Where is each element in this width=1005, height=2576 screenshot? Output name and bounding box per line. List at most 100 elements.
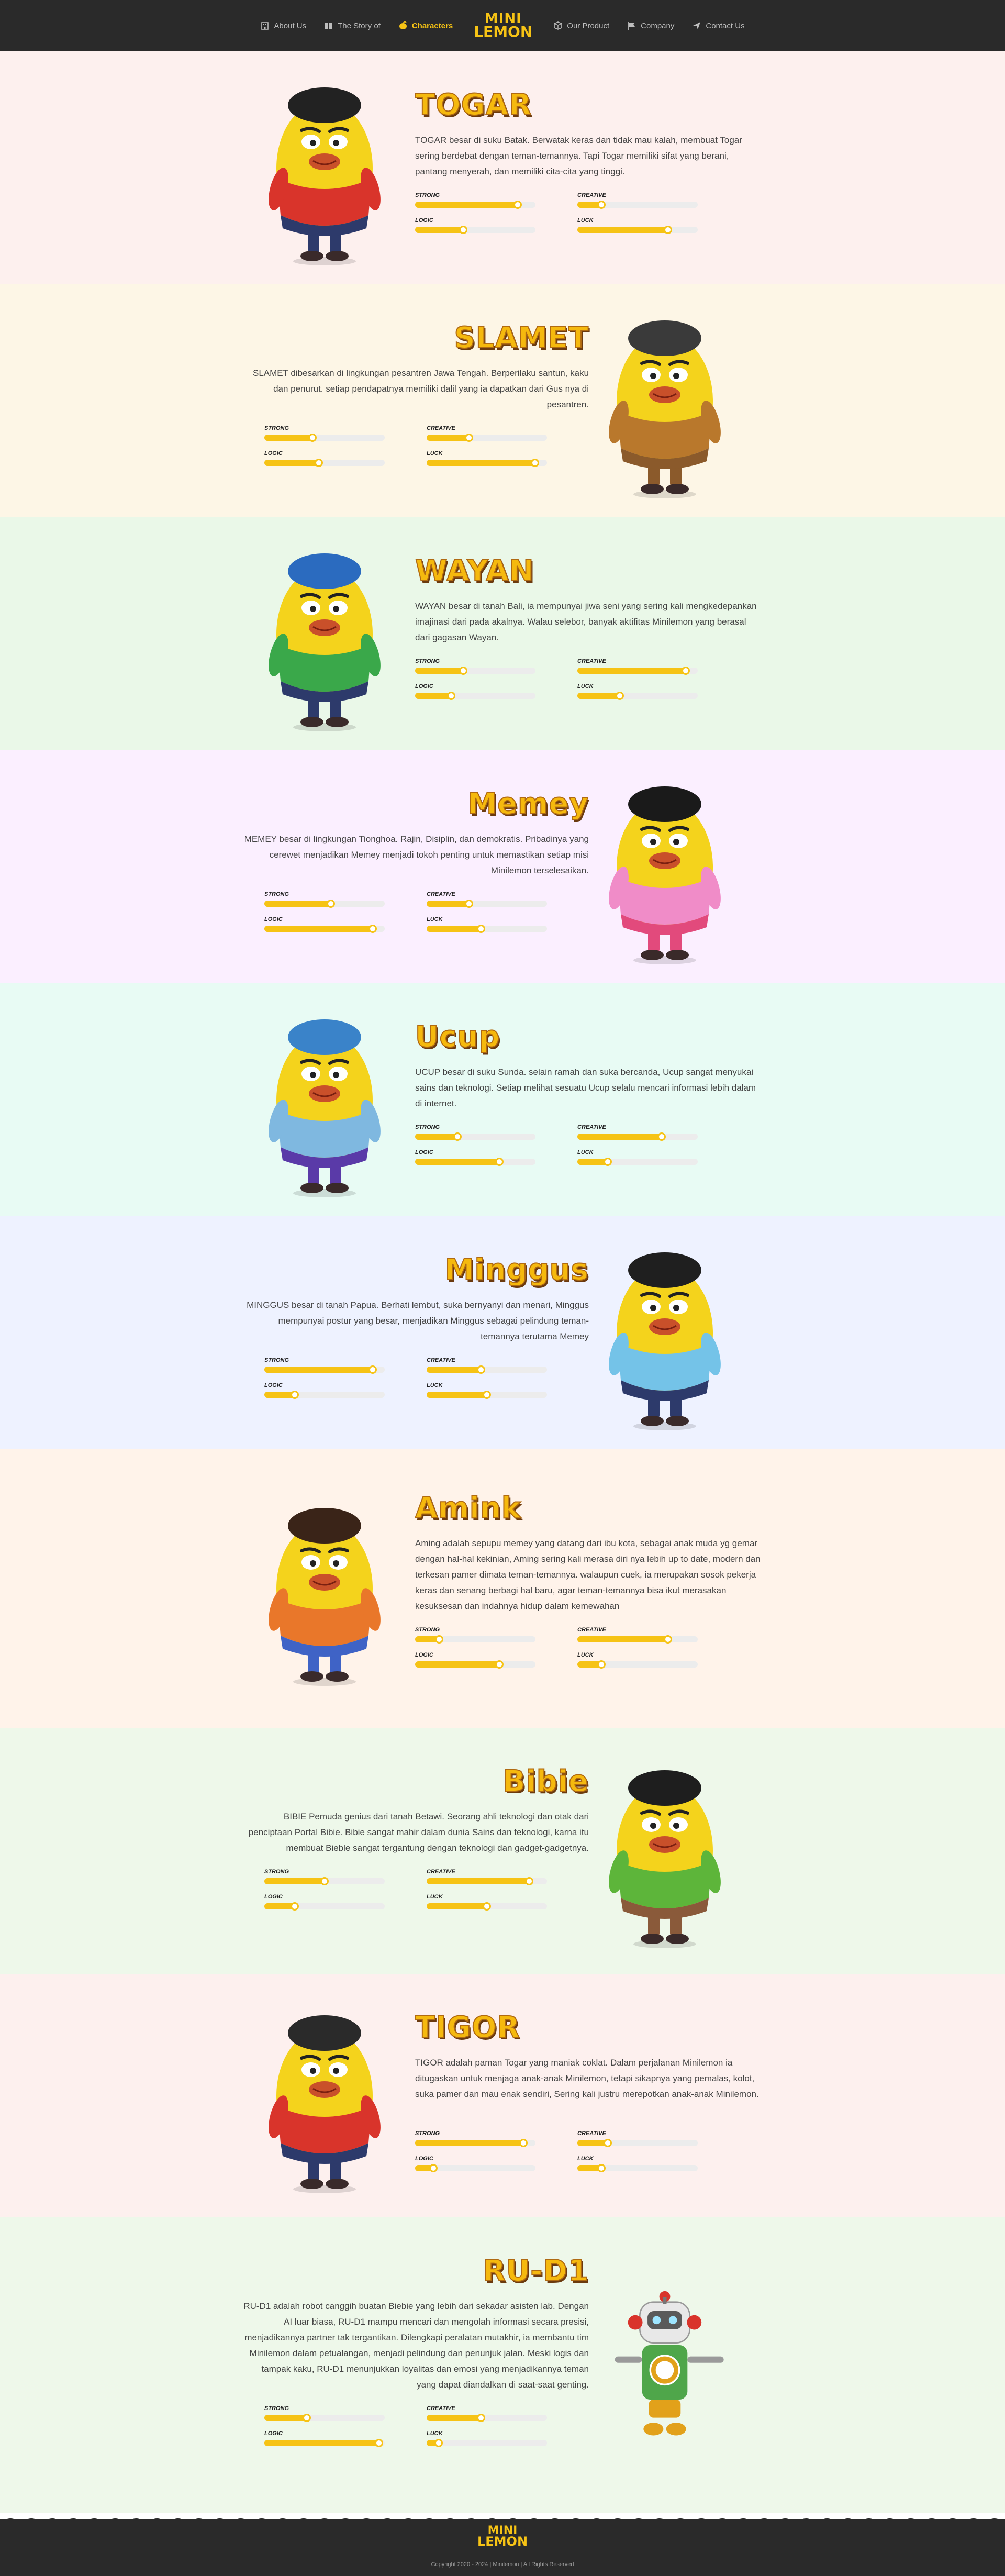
character-name: RU-D1 bbox=[483, 2253, 589, 2289]
stat-label: CREATIVE bbox=[577, 658, 606, 664]
stat-bar-track bbox=[264, 925, 385, 933]
stat-bar-track bbox=[577, 1132, 698, 1141]
stat-bar-track bbox=[415, 2164, 535, 2172]
stat-creative: CREATIVE bbox=[577, 192, 698, 209]
stat-bar-track bbox=[264, 2414, 385, 2422]
stat-bar-knob bbox=[616, 692, 624, 700]
stat-bar-knob bbox=[597, 2164, 606, 2172]
stat-creative: CREATIVE bbox=[427, 1869, 547, 1885]
stat-logic: LOGIC bbox=[264, 1894, 385, 1911]
stat-bar-knob bbox=[375, 2439, 383, 2447]
character-section: WAYAN WAYAN besar di tanah Bali, ia mempu… bbox=[0, 517, 1005, 750]
stat-label: STRONG bbox=[264, 891, 289, 897]
stat-luck: LUCK bbox=[427, 2430, 547, 2447]
stat-bar-knob bbox=[429, 2164, 438, 2172]
stat-label: STRONG bbox=[415, 1627, 440, 1633]
character-section: SLAMET SLAMET dibesarkan di lingkungan pe… bbox=[0, 284, 1005, 517]
nav-item-about-us[interactable]: About Us bbox=[260, 21, 306, 30]
stat-logic: LOGIC bbox=[415, 2156, 535, 2172]
stat-bar-fill bbox=[427, 901, 469, 907]
character-section: Bibie BIBIE Pemuda genius dari tanah Beta… bbox=[0, 1728, 1005, 1974]
stat-bar-track bbox=[415, 1660, 535, 1669]
stat-bar-track bbox=[264, 900, 385, 908]
stat-bar-track bbox=[427, 1391, 547, 1399]
nav-item-contact-us[interactable]: Contact Us bbox=[692, 21, 745, 30]
stat-bar-track bbox=[415, 1132, 535, 1141]
stat-logic: LOGIC bbox=[415, 1652, 535, 1669]
stat-bar-track bbox=[264, 434, 385, 442]
character-stats: STRONG CREATIVE LOGIC LUCK bbox=[264, 1357, 547, 1399]
stat-bar-fill bbox=[264, 460, 319, 466]
stat-bar-knob bbox=[513, 201, 522, 209]
building-icon bbox=[260, 21, 270, 30]
stat-bar-knob bbox=[465, 434, 473, 442]
stat-bar-track bbox=[427, 900, 547, 908]
nav-item-characters[interactable]: Characters bbox=[398, 21, 453, 30]
stat-bar-fill bbox=[264, 435, 312, 441]
stat-luck: LUCK bbox=[427, 916, 547, 933]
stat-label: LOGIC bbox=[415, 217, 433, 224]
stat-strong: STRONG bbox=[415, 1124, 535, 1141]
stat-label: CREATIVE bbox=[427, 1869, 455, 1875]
stat-label: LOGIC bbox=[264, 2430, 283, 2437]
stat-luck: LUCK bbox=[577, 1652, 698, 1669]
stat-label: LUCK bbox=[427, 1382, 443, 1389]
stat-bar-knob bbox=[597, 201, 606, 209]
stat-label: LOGIC bbox=[415, 1149, 433, 1156]
nav-item-company[interactable]: Company bbox=[627, 21, 674, 30]
stat-label: LUCK bbox=[577, 683, 594, 690]
stat-bar-knob bbox=[664, 226, 672, 234]
book-icon bbox=[324, 21, 333, 30]
nav-item-the-story-of[interactable]: The Story of bbox=[324, 21, 381, 30]
character-illustration bbox=[597, 1234, 733, 1433]
stat-label: LUCK bbox=[427, 916, 443, 923]
stat-bar-knob bbox=[604, 1158, 612, 1166]
stat-creative: CREATIVE bbox=[427, 1357, 547, 1374]
stat-bar-fill bbox=[264, 901, 331, 907]
stat-bar-track bbox=[415, 201, 535, 209]
stat-bar-track bbox=[415, 226, 535, 234]
stat-bar-knob bbox=[291, 1391, 299, 1399]
stat-luck: LUCK bbox=[577, 2156, 698, 2172]
nav-item-our-product[interactable]: Our Product bbox=[553, 21, 609, 30]
site-logo[interactable]: MINI LEMON bbox=[474, 12, 532, 39]
character-illustration bbox=[597, 768, 733, 967]
stat-label: STRONG bbox=[415, 192, 440, 198]
stat-bar-track bbox=[415, 1635, 535, 1644]
stat-bar-track bbox=[427, 1877, 547, 1885]
stat-label: CREATIVE bbox=[427, 1357, 455, 1363]
top-navigation-bar: About Us The Story of Characters MINI LEMO… bbox=[0, 0, 1005, 51]
character-section: Memey MEMEY besar di lingkungan Tionghoa.… bbox=[0, 750, 1005, 983]
stat-luck: LUCK bbox=[427, 1382, 547, 1399]
stat-label: LOGIC bbox=[415, 2156, 433, 2162]
footer-logo[interactable]: MINI LEMON bbox=[0, 2525, 1005, 2548]
character-illustration bbox=[597, 1751, 733, 1950]
stat-label: STRONG bbox=[415, 658, 440, 664]
stat-label: LOGIC bbox=[264, 1382, 283, 1389]
nav-item-label: Characters bbox=[411, 21, 453, 30]
stat-bar-fill bbox=[415, 1134, 457, 1140]
stat-bar-fill bbox=[427, 1903, 487, 1909]
stat-strong: STRONG bbox=[264, 1869, 385, 1885]
stat-label: CREATIVE bbox=[427, 425, 455, 431]
stat-bar-knob bbox=[519, 2139, 528, 2147]
character-description: MEMEY besar di lingkungan Tionghoa. Raji… bbox=[244, 834, 589, 875]
stat-label: LUCK bbox=[427, 2430, 443, 2437]
stat-creative: CREATIVE bbox=[427, 2405, 547, 2422]
stat-label: CREATIVE bbox=[577, 2130, 606, 2137]
character-stats: STRONG CREATIVE LOGIC LUCK bbox=[415, 658, 698, 700]
stat-bar-fill bbox=[577, 1134, 662, 1140]
stat-bar-track bbox=[415, 1158, 535, 1166]
character-name: SLAMET bbox=[453, 320, 589, 356]
character-description: MINGGUS besar di tanah Papua. Berhati le… bbox=[247, 1300, 589, 1341]
stat-luck: LUCK bbox=[577, 683, 698, 700]
stat-bar-fill bbox=[415, 202, 518, 208]
stat-bar-fill bbox=[415, 227, 463, 233]
stat-bar-fill bbox=[427, 1392, 487, 1398]
stat-bar-track bbox=[415, 667, 535, 675]
stat-bar-track bbox=[577, 692, 698, 700]
stat-label: CREATIVE bbox=[577, 192, 606, 198]
stat-bar-track bbox=[415, 2139, 535, 2147]
stat-strong: STRONG bbox=[264, 2405, 385, 2422]
character-stats: STRONG CREATIVE LOGIC LUCK bbox=[264, 2405, 547, 2447]
